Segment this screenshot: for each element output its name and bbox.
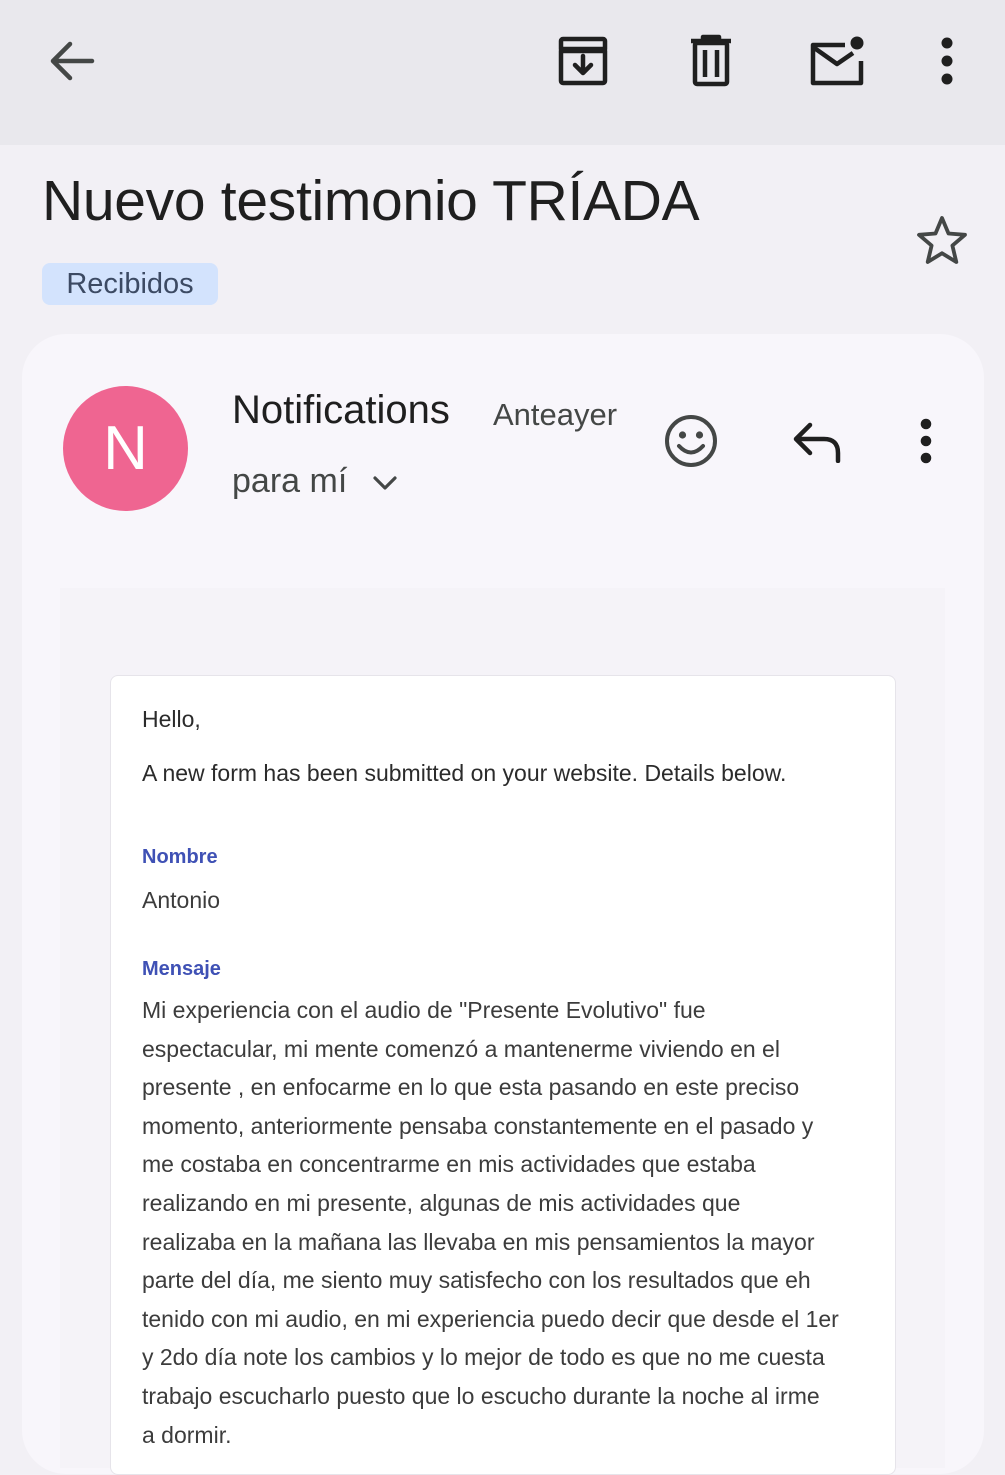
star-icon xyxy=(917,216,967,264)
show-details-button[interactable] xyxy=(370,468,400,498)
add-reaction-button[interactable] xyxy=(660,410,722,472)
delete-button[interactable] xyxy=(680,30,742,92)
trash-icon xyxy=(691,34,731,87)
recipient-label[interactable]: para mí xyxy=(232,462,347,501)
archive-icon xyxy=(558,36,608,86)
chevron-down-icon xyxy=(373,476,397,490)
avatar[interactable]: N xyxy=(63,386,188,511)
intro-text: A new form has been submitted on your we… xyxy=(142,760,787,786)
emoji-icon xyxy=(665,415,717,467)
email-subject: Nuevo testimonio TRÍADA xyxy=(42,169,700,233)
message-more-button[interactable] xyxy=(906,414,946,468)
message-line: espectacular, mi mente comenzó a mantene… xyxy=(142,1035,780,1062)
star-button[interactable] xyxy=(913,212,971,268)
message-line: realizando en mi presente, algunas de mi… xyxy=(142,1189,741,1216)
mark-unread-icon xyxy=(810,36,864,86)
more-vert-icon xyxy=(941,37,953,85)
message-line: parte del día, me siento muy satisfecho … xyxy=(142,1267,811,1294)
message-line: Mi experiencia con el audio de "Presente… xyxy=(142,997,706,1023)
greeting-text: Hello, xyxy=(142,706,201,732)
message-line: tenido con mi audio, en mi experiencia p… xyxy=(142,1305,839,1332)
field-label-mensaje: Mensaje xyxy=(142,958,221,980)
more-options-button[interactable] xyxy=(926,32,968,90)
field-value-nombre: Antonio xyxy=(142,887,221,913)
mark-unread-button[interactable] xyxy=(804,30,870,92)
message-line: a dormir. xyxy=(142,1421,232,1448)
message-line: trabajo escucharlo puesto que lo escucho… xyxy=(142,1382,820,1409)
more-vert-icon xyxy=(920,418,932,464)
message-line: me costaba en concentrarme en mis activi… xyxy=(142,1151,756,1178)
label-chip[interactable]: Recibidos xyxy=(42,263,218,305)
message-line: momento, anteriormente pensaba constante… xyxy=(142,1112,814,1139)
sender-name[interactable]: Notifications xyxy=(232,388,450,433)
message-date: Anteayer xyxy=(493,397,618,432)
archive-button[interactable] xyxy=(552,30,614,92)
field-label-nombre: Nombre xyxy=(142,846,218,868)
back-button[interactable] xyxy=(40,32,102,90)
message-line: presente , en enfocarme en lo que esta p… xyxy=(142,1074,800,1101)
reply-button[interactable] xyxy=(786,414,848,468)
field-value-mensaje: Mi experiencia con el audio de "Presente… xyxy=(142,991,872,1454)
reply-icon xyxy=(793,422,841,463)
arrow-left-icon xyxy=(50,41,95,81)
message-line: y 2do día note los cambios y lo mejor de… xyxy=(142,1344,825,1371)
message-line: realizaba en la mañana las llevaba en mi… xyxy=(142,1228,815,1255)
